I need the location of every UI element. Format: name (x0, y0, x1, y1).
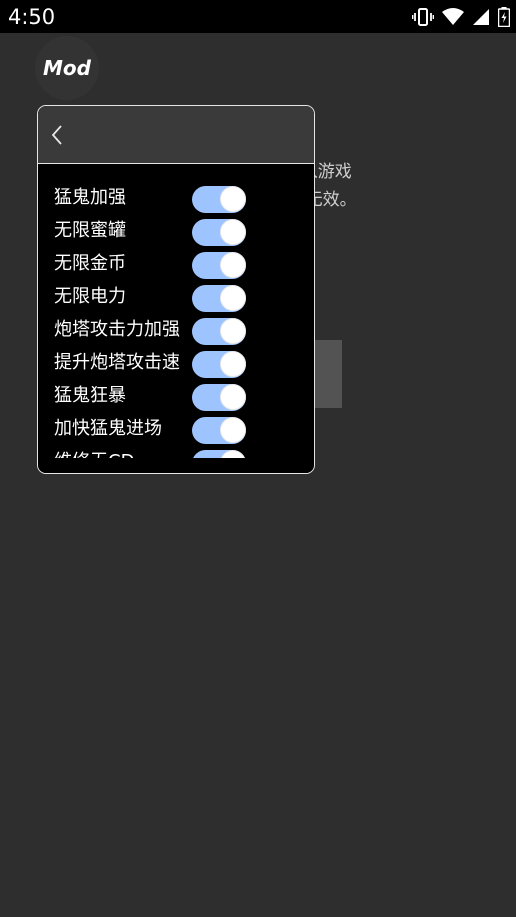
menu-item[interactable]: 维修无CD (38, 446, 314, 458)
menu-item-label: 炮塔攻击力加强 (54, 319, 180, 340)
menu-item-list[interactable]: 猛鬼加强无限蜜罐无限金币无限电力炮塔攻击力加强 提升炮塔攻击速 猛鬼狂暴加快猛鬼进场… (38, 164, 314, 458)
toggle-knob (220, 219, 246, 245)
menu-item-label: 无限金币 (54, 253, 126, 274)
toggle-switch[interactable] (192, 417, 246, 444)
toggle-switch[interactable] (192, 285, 246, 312)
signal-icon (472, 8, 490, 26)
vibrate-icon (412, 8, 434, 26)
menu-item-label: 无限电力 (54, 286, 126, 307)
panel-footer (38, 458, 314, 473)
menu-item-label: 加快猛鬼进场 (54, 418, 162, 439)
chevron-left-icon (44, 125, 70, 152)
status-bar: 4:50 (0, 0, 516, 33)
menu-item-label: 猛鬼加强 (54, 187, 126, 208)
menu-item[interactable]: 猛鬼狂暴 (38, 380, 314, 413)
status-time: 4:50 (8, 5, 56, 29)
toggle-switch[interactable] (192, 219, 246, 246)
status-icons (412, 6, 510, 28)
back-button[interactable] (44, 122, 70, 148)
toggle-knob (220, 417, 246, 443)
toggle-knob (220, 252, 246, 278)
menu-item-label: 维修无CD (54, 449, 134, 458)
toggle-knob (220, 186, 246, 212)
menu-item[interactable]: 提升炮塔攻击速 (38, 347, 314, 380)
menu-item-label: 提升炮塔攻击速 (54, 352, 180, 373)
mod-floating-button[interactable]: Mod (35, 36, 99, 100)
menu-item[interactable]: 炮塔攻击力加强 (38, 314, 314, 347)
menu-item[interactable]: 无限金币 (38, 248, 314, 281)
toggle-switch[interactable] (192, 450, 246, 458)
wifi-icon (442, 8, 464, 26)
toggle-knob (220, 351, 246, 377)
toggle-knob (220, 318, 246, 344)
menu-item[interactable]: 加快猛鬼进场 (38, 413, 314, 446)
toggle-switch[interactable] (192, 318, 246, 345)
toggle-switch[interactable] (192, 252, 246, 279)
toggle-knob (220, 285, 246, 311)
menu-item-label: 猛鬼狂暴 (54, 385, 126, 406)
menu-item[interactable]: 猛鬼加强 (38, 182, 314, 215)
panel-header (38, 106, 314, 164)
toggle-switch[interactable] (192, 186, 246, 213)
mod-menu-panel: 猛鬼加强无限蜜罐无限金币无限电力炮塔攻击力加强 提升炮塔攻击速 猛鬼狂暴加快猛鬼进场… (37, 105, 315, 474)
menu-item[interactable]: 无限蜜罐 (38, 215, 314, 248)
toggle-knob (220, 384, 246, 410)
toggle-switch[interactable] (192, 351, 246, 378)
mod-button-label: Mod (43, 56, 91, 80)
toggle-knob (220, 450, 246, 458)
toggle-switch[interactable] (192, 384, 246, 411)
menu-item[interactable]: 无限电力 (38, 281, 314, 314)
menu-item-label: 无限蜜罐 (54, 220, 126, 241)
battery-icon (498, 7, 510, 27)
